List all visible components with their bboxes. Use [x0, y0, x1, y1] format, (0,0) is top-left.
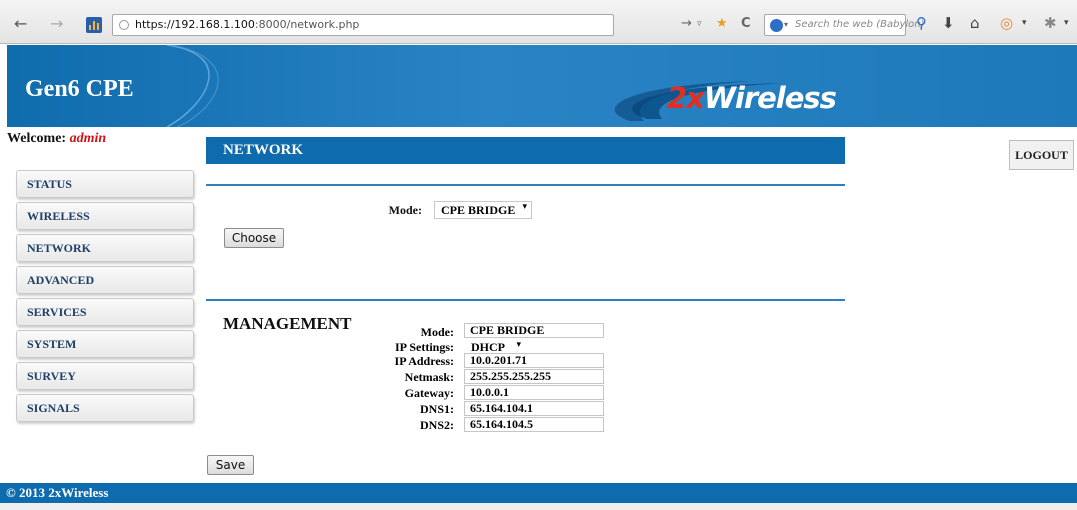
sidebar-item-advanced[interactable]: ADVANCED — [16, 266, 194, 294]
logout-button[interactable]: LOGOUT — [1009, 140, 1074, 170]
footer: © 2013 2xWireless — [0, 483, 1077, 503]
brand-title: Gen6 CPE — [25, 76, 134, 102]
footer-shadow — [0, 503, 1077, 510]
ip-settings-value: DHCP — [471, 340, 505, 354]
url-host: https://192.168.1.100 — [135, 18, 255, 31]
chevron-down-icon: ▾ — [516, 340, 521, 350]
section-divider — [206, 184, 845, 186]
network-mode-select[interactable]: CPE BRIDGE ▾ — [434, 201, 532, 219]
welcome-text: Welcome: admin — [7, 131, 106, 147]
network-section-title: NETWORK — [206, 137, 845, 164]
header-swoosh-graphic — [167, 45, 219, 127]
menu-dropdown-icon[interactable]: ▾ — [1064, 18, 1069, 28]
sidebar-item-survey[interactable]: SURVEY — [16, 362, 194, 390]
sidebar-item-status[interactable]: STATUS — [16, 170, 194, 198]
gateway-label: Gateway: — [404, 386, 454, 400]
gateway-field[interactable]: 10.0.0.1 — [464, 385, 604, 400]
sidebar-item-system[interactable]: SYSTEM — [16, 330, 194, 358]
url-path: :8000/network.php — [254, 18, 360, 31]
sidebar-item-signals[interactable]: SIGNALS — [16, 394, 194, 422]
reload-icon[interactable]: C — [741, 16, 751, 31]
ip-settings-label: IP Settings: — [394, 340, 454, 354]
site-favicon-icon — [86, 17, 102, 33]
welcome-username: admin — [69, 131, 107, 146]
network-mode-value: CPE BRIDGE — [441, 203, 516, 217]
dns1-field[interactable]: 65.164.104.1 — [464, 401, 604, 416]
section-divider — [206, 299, 845, 301]
browser-toolbar: ← → https://192.168.1.100:8000/network.p… — [0, 0, 1077, 44]
url-text[interactable]: https://192.168.1.100:8000/network.php — [135, 18, 359, 31]
management-section-title: MANAGEMENT — [223, 314, 352, 333]
dns1-label: DNS1: — [419, 402, 454, 416]
forward-arrow-icon[interactable]: → — [50, 14, 63, 33]
go-arrow-icon[interactable]: → — [681, 16, 692, 31]
dns2-label: DNS2: — [419, 418, 454, 432]
addon-dropdown-icon[interactable]: ▾ — [1022, 18, 1027, 28]
bookmark-star-icon[interactable]: ★ — [716, 16, 728, 31]
home-icon[interactable]: ⌂ — [970, 14, 980, 32]
chevron-down-icon: ▾ — [522, 202, 527, 212]
choose-button[interactable]: Choose — [224, 228, 284, 248]
extension-icon[interactable]: ✱ — [1044, 14, 1057, 32]
sidebar-item-wireless[interactable]: WIRELESS — [16, 202, 194, 230]
mgmt-mode-label: Mode: — [420, 325, 454, 339]
logo-text: 2xWireless — [667, 81, 837, 115]
site-identity-icon[interactable] — [119, 20, 129, 30]
search-engine-icon[interactable] — [770, 19, 783, 32]
sidebar-item-services[interactable]: SERVICES — [16, 298, 194, 326]
sidebar-menu: STATUS WIRELESS NETWORK ADVANCED SERVICE… — [16, 170, 194, 426]
ip-address-label: IP Address: — [394, 354, 454, 368]
logo-prefix: 2x — [667, 81, 705, 115]
ip-address-field[interactable]: 10.0.201.71 — [464, 353, 604, 368]
addon-icon[interactable]: ◎ — [1000, 14, 1013, 32]
header-banner: Gen6 CPE 2xWireless — [7, 45, 1077, 127]
network-mode-label: Mode: — [388, 203, 422, 217]
netmask-label: Netmask: — [404, 370, 454, 384]
mgmt-mode-field: CPE BRIDGE — [464, 323, 604, 338]
save-button[interactable]: Save — [207, 455, 254, 475]
dns2-field[interactable]: 65.164.104.5 — [464, 417, 604, 432]
search-bar[interactable]: ▾ Search the web (Babylon) — [764, 14, 925, 36]
search-engine-dropdown-icon[interactable]: ▾ — [784, 20, 788, 29]
download-icon[interactable]: ⬇ — [942, 14, 955, 32]
logo-suffix: Wireless — [703, 81, 837, 115]
url-bar[interactable]: https://192.168.1.100:8000/network.php — [112, 14, 614, 36]
welcome-label: Welcome: — [7, 131, 67, 146]
netmask-field[interactable]: 255.255.255.255 — [464, 369, 604, 384]
sidebar-item-network[interactable]: NETWORK — [16, 234, 194, 262]
history-dropdown-icon[interactable]: ▿ — [697, 19, 702, 29]
search-placeholder: Search the web (Babylon) — [795, 19, 925, 30]
search-icon[interactable]: ⚲ — [916, 14, 927, 32]
back-arrow-icon[interactable]: ← — [14, 14, 27, 33]
